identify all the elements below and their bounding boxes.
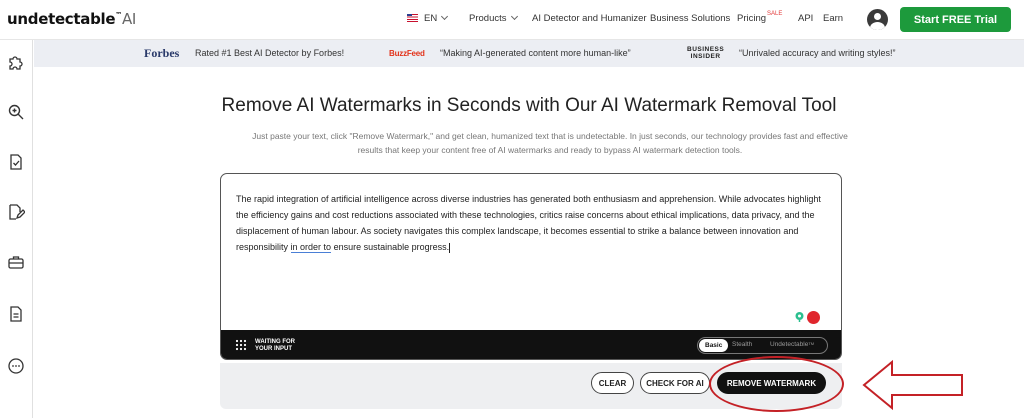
- forbes-quote: Rated #1 Best AI Detector by Forbes!: [195, 48, 345, 58]
- briefcase-icon[interactable]: [7, 253, 25, 271]
- grammar-checker-icon[interactable]: [794, 311, 805, 322]
- document-check-icon[interactable]: [7, 153, 25, 171]
- text-caret: [449, 242, 451, 253]
- text-editor[interactable]: The rapid integration of artificial inte…: [220, 173, 842, 360]
- start-free-trial-button[interactable]: Start FREE Trial: [900, 7, 1011, 32]
- highlight-circle-annotation: [709, 356, 844, 412]
- check-for-ai-button[interactable]: CHECK FOR AI: [640, 372, 710, 394]
- grammar-suggestion-underline: in order to: [290, 242, 332, 253]
- editor-status-bar: WAITING FOR YOUR INPUT Basic Stealth Und…: [221, 330, 841, 359]
- puzzle-icon[interactable]: [7, 53, 25, 71]
- nav-ai-detector[interactable]: AI Detector and Humanizer: [532, 13, 647, 24]
- more-icon[interactable]: [7, 357, 25, 375]
- edit-document-icon[interactable]: [7, 203, 25, 221]
- chevron-down-icon: [510, 12, 518, 21]
- page-subtitle: Just paste your text, click "Remove Wate…: [252, 131, 848, 155]
- buzzfeed-logo: BuzzFeed: [389, 49, 425, 58]
- user-avatar-icon[interactable]: [867, 9, 888, 30]
- sale-badge: SALE: [767, 11, 783, 17]
- nav-business-solutions[interactable]: Business Solutions: [650, 13, 730, 24]
- press-banner: Forbes Rated #1 Best AI Detector by Forb…: [34, 40, 1024, 67]
- buzzfeed-quote: “Making AI-generated content more human-…: [440, 48, 631, 58]
- sidebar: [0, 40, 33, 418]
- us-flag-icon: [407, 14, 418, 22]
- mode-undetectable[interactable]: UndetectableTM: [770, 341, 814, 348]
- business-insider-quote: “Unrivaled accuracy and writing styles!”: [739, 48, 896, 58]
- mode-basic[interactable]: Basic: [699, 339, 729, 352]
- grid-dots-icon: [235, 339, 247, 351]
- document-icon[interactable]: [7, 305, 25, 323]
- language-selector[interactable]: EN: [407, 12, 449, 24]
- grammar-alert-icon[interactable]: [807, 311, 820, 324]
- mode-stealth[interactable]: Stealth: [732, 341, 752, 348]
- logo[interactable]: undetectable™AI: [7, 10, 136, 28]
- mode-selector: Basic Stealth UndetectableTM: [697, 337, 828, 354]
- business-insider-logo: BUSINESS INSIDER: [687, 46, 725, 60]
- pointer-arrow-annotation: [862, 359, 963, 411]
- page-title: Remove AI Watermarks in Seconds with Our…: [221, 95, 837, 116]
- nav-earn[interactable]: Earn: [823, 13, 843, 24]
- forbes-logo: Forbes: [144, 46, 180, 60]
- search-zoom-icon[interactable]: [7, 103, 25, 121]
- nav-pricing[interactable]: PricingSALE: [737, 11, 783, 24]
- status-text: WAITING FOR YOUR INPUT: [255, 339, 295, 352]
- top-nav: undetectable™AI EN Products AI Detector …: [0, 0, 1024, 40]
- chevron-down-icon: [441, 12, 449, 21]
- editor-input-text[interactable]: The rapid integration of artificial inte…: [236, 191, 828, 255]
- clear-button[interactable]: CLEAR: [591, 372, 634, 394]
- nav-api[interactable]: API: [798, 13, 813, 24]
- nav-products[interactable]: Products: [469, 12, 518, 24]
